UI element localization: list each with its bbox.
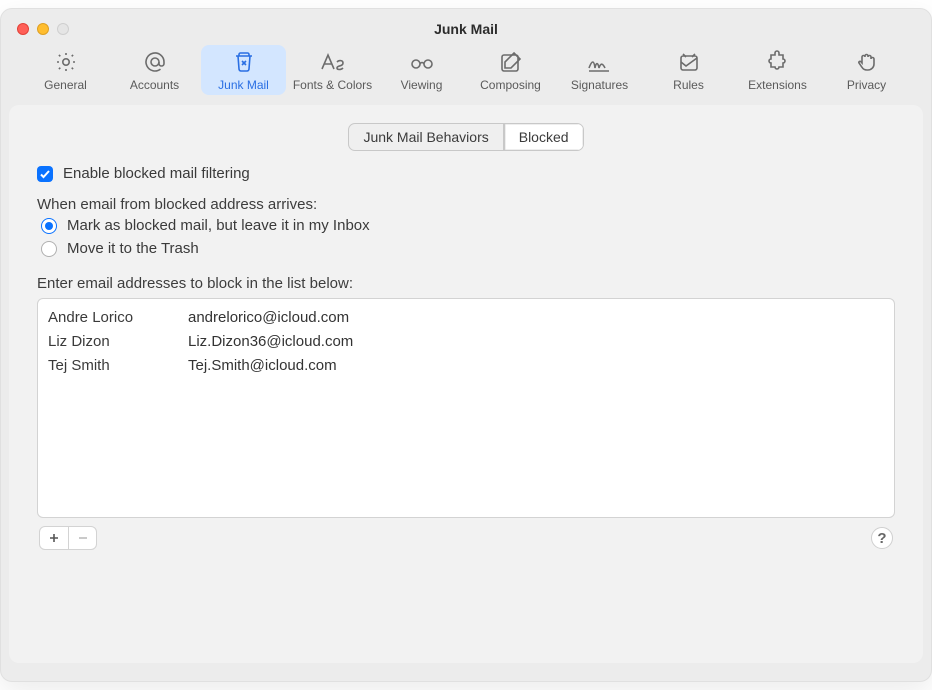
tab-junk-mail-behaviors[interactable]: Junk Mail Behaviors <box>349 124 503 150</box>
toolbar-rules[interactable]: Rules <box>646 45 731 95</box>
rules-icon <box>675 49 703 75</box>
remove-button[interactable] <box>68 527 96 549</box>
gear-icon <box>52 49 80 75</box>
toolbar-composing[interactable]: Composing <box>468 45 553 95</box>
toolbar-label-signatures: Signatures <box>571 78 628 92</box>
blocked-list-section: Enter email addresses to block in the li… <box>37 275 895 550</box>
puzzle-icon <box>764 49 792 75</box>
toolbar-privacy[interactable]: Privacy <box>824 45 909 95</box>
toolbar: General Accounts Junk Mail <box>9 39 923 105</box>
add-remove-buttons <box>39 526 97 550</box>
toolbar-signatures[interactable]: Signatures <box>557 45 642 95</box>
toolbar-accounts[interactable]: Accounts <box>112 45 197 95</box>
signature-icon <box>586 49 614 75</box>
toolbar-label-composing: Composing <box>480 78 541 92</box>
content-panel: Junk Mail Behaviors Blocked Enable block… <box>9 105 923 663</box>
toolbar-label-rules: Rules <box>673 78 704 92</box>
hand-icon <box>853 49 881 75</box>
trash-x-icon <box>230 49 258 75</box>
when-arrives-label: When email from blocked address arrives: <box>37 196 895 213</box>
toolbar-label-viewing: Viewing <box>401 78 443 92</box>
blocked-list-label: Enter email addresses to block in the li… <box>37 275 895 292</box>
preferences-window: Junk Mail General Accounts <box>0 8 932 682</box>
tab-label-behaviors: Junk Mail Behaviors <box>363 129 488 145</box>
blocked-name: Andre Lorico <box>48 309 188 326</box>
titlebar: Junk Mail <box>9 17 923 39</box>
list-item[interactable]: Andre Lorico andrelorico@icloud.com <box>48 305 894 329</box>
toolbar-junk-mail[interactable]: Junk Mail <box>201 45 286 95</box>
toolbar-label-fonts-colors: Fonts & Colors <box>293 78 372 92</box>
blocked-email: andrelorico@icloud.com <box>188 309 349 326</box>
toolbar-label-extensions: Extensions <box>748 78 807 92</box>
blocked-name: Liz Dizon <box>48 333 188 350</box>
minus-icon <box>77 532 89 544</box>
list-item[interactable]: Tej Smith Tej.Smith@icloud.com <box>48 353 894 377</box>
option-move-trash[interactable]: Move it to the Trash <box>37 240 895 257</box>
option-mark-leave-label: Mark as blocked mail, but leave it in my… <box>67 217 370 234</box>
help-button[interactable]: ? <box>871 527 893 549</box>
radio-checked-icon <box>41 218 57 234</box>
checkbox-checked-icon <box>37 166 53 182</box>
list-footer: ? <box>37 526 895 550</box>
plus-icon <box>48 532 60 544</box>
toolbar-label-accounts: Accounts <box>130 78 179 92</box>
glasses-icon <box>408 49 436 75</box>
fonts-icon <box>319 49 347 75</box>
list-item[interactable]: Liz Dizon Liz.Dizon36@icloud.com <box>48 329 894 353</box>
radio-unchecked-icon <box>41 241 57 257</box>
window-title: Junk Mail <box>1 21 931 37</box>
tab-blocked[interactable]: Blocked <box>504 124 583 150</box>
blocked-settings: Enable blocked mail filtering When email… <box>29 165 903 550</box>
toolbar-label-privacy: Privacy <box>847 78 886 92</box>
blocked-email: Tej.Smith@icloud.com <box>188 357 337 374</box>
enable-blocked-filtering-row[interactable]: Enable blocked mail filtering <box>37 165 895 182</box>
enable-blocked-filtering-label: Enable blocked mail filtering <box>63 165 250 182</box>
toolbar-fonts-colors[interactable]: Fonts & Colors <box>290 45 375 95</box>
blocked-name: Tej Smith <box>48 357 188 374</box>
toolbar-general[interactable]: General <box>23 45 108 95</box>
compose-icon <box>497 49 525 75</box>
option-move-trash-label: Move it to the Trash <box>67 240 199 257</box>
tab-segmented-control: Junk Mail Behaviors Blocked <box>348 123 583 151</box>
toolbar-label-general: General <box>44 78 87 92</box>
blocked-email: Liz.Dizon36@icloud.com <box>188 333 353 350</box>
add-button[interactable] <box>40 527 68 549</box>
toolbar-extensions[interactable]: Extensions <box>735 45 820 95</box>
tab-label-blocked: Blocked <box>519 129 569 145</box>
blocked-list[interactable]: Andre Lorico andrelorico@icloud.com Liz … <box>37 298 895 518</box>
toolbar-label-junk-mail: Junk Mail <box>218 78 269 92</box>
segmented-row: Junk Mail Behaviors Blocked <box>29 123 903 151</box>
option-mark-leave[interactable]: Mark as blocked mail, but leave it in my… <box>37 217 895 234</box>
when-arrives-options: Mark as blocked mail, but leave it in my… <box>37 217 895 257</box>
toolbar-viewing[interactable]: Viewing <box>379 45 464 95</box>
at-icon <box>141 49 169 75</box>
help-icon: ? <box>877 530 886 547</box>
